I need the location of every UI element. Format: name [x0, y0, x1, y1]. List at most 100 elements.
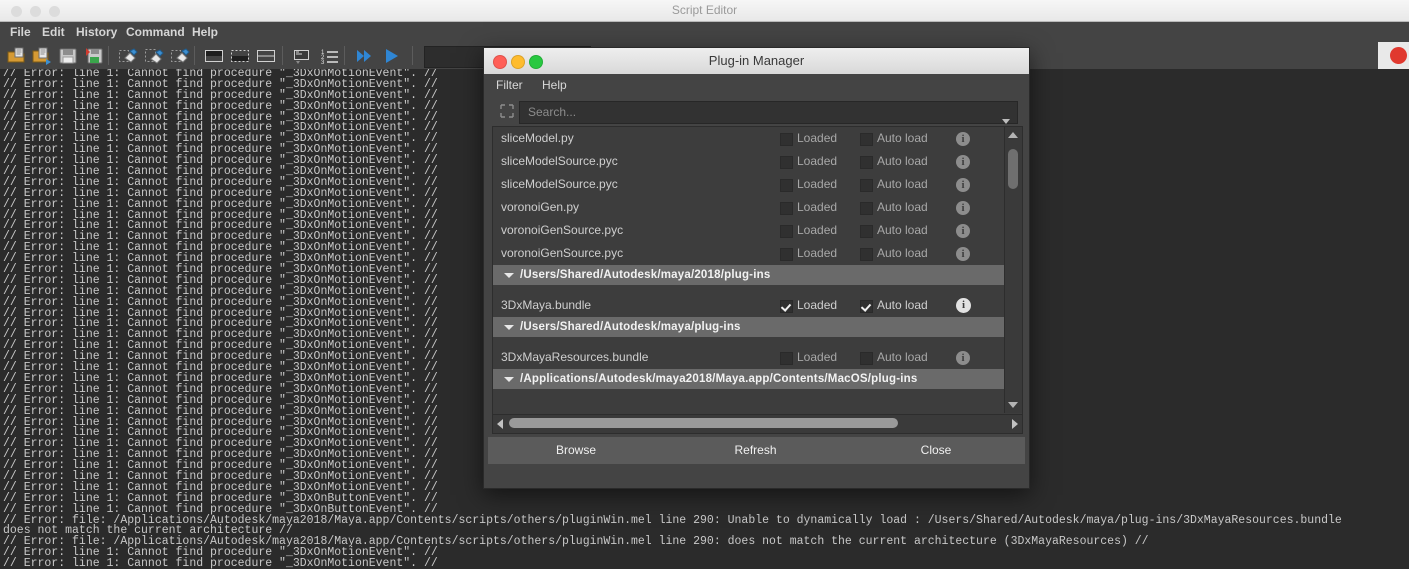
search-row: Search...: [484, 99, 1029, 125]
checkbox-box[interactable]: [780, 133, 793, 146]
checkbox-box[interactable]: [860, 225, 873, 238]
refresh-button[interactable]: Refresh: [664, 437, 848, 464]
auto-load-label: Auto load: [877, 350, 928, 364]
line-numbers-icon[interactable]: 1 2 3: [320, 46, 340, 66]
execute-all-icon[interactable]: [354, 46, 374, 66]
layout-split-icon[interactable]: [256, 46, 276, 66]
plugin-group-path: /Applications/Autodesk/maya2018/Maya.app…: [520, 373, 918, 385]
dialog-zoom-button[interactable]: [529, 55, 543, 69]
vertical-scroll-thumb[interactable]: [1008, 149, 1018, 189]
os-titlebar: Script Editor: [0, 0, 1409, 22]
checkbox-box[interactable]: [780, 248, 793, 261]
plugin-manager-titlebar: Plug-in Manager: [484, 48, 1029, 75]
dialog-minimize-button[interactable]: [511, 55, 525, 69]
plugin-list-horizontal-scrollbar[interactable]: [492, 414, 1023, 434]
search-input[interactable]: Search...: [519, 101, 1018, 124]
loaded-label: Loaded: [797, 154, 838, 168]
menu-edit[interactable]: Edit: [42, 22, 65, 42]
clear-all-icon[interactable]: [170, 46, 190, 66]
info-icon[interactable]: i: [956, 178, 970, 192]
checkbox-box[interactable]: [860, 202, 873, 215]
menu-help[interactable]: Help: [192, 22, 218, 42]
scroll-right-arrow-icon[interactable]: [1012, 419, 1018, 429]
loaded-label: Loaded: [797, 177, 838, 191]
show-toolbar-icon[interactable]: [292, 46, 312, 66]
clear-input-icon[interactable]: [144, 46, 164, 66]
toolbar-separator: [282, 46, 283, 65]
info-icon[interactable]: i: [956, 351, 970, 365]
plugin-name: sliceModel.py: [501, 131, 574, 145]
toolbar-separator: [344, 46, 345, 65]
info-icon[interactable]: i: [956, 224, 970, 238]
plugin-list-rows: sliceModel.py Loaded Auto load i sliceModelS…: [493, 127, 1005, 413]
checkbox-box[interactable]: [860, 248, 873, 261]
plugin-group-header[interactable]: /Users/Shared/Autodesk/maya/plug-ins: [493, 317, 1005, 337]
chevron-down-icon[interactable]: [504, 377, 514, 382]
auto-load-label: Auto load: [877, 177, 928, 191]
clear-history-icon[interactable]: [118, 46, 138, 66]
menu-history[interactable]: History: [76, 22, 117, 42]
menu-file[interactable]: File: [10, 22, 31, 42]
scroll-down-arrow-icon[interactable]: [1008, 402, 1018, 408]
scroll-up-arrow-icon[interactable]: [1008, 132, 1018, 138]
loaded-label: Loaded: [797, 131, 838, 145]
plugin-row[interactable]: 3DxMayaResources.bundle Loaded Auto load i: [493, 346, 1005, 369]
plugin-row[interactable]: sliceModelSource.pyc Loaded Auto load i: [493, 150, 1005, 173]
scroll-left-arrow-icon[interactable]: [497, 419, 503, 429]
checkbox-box[interactable]: [780, 156, 793, 169]
plugin-row[interactable]: sliceModelSource.pyc Loaded Auto load i: [493, 173, 1005, 196]
loaded-label: Loaded: [797, 223, 838, 237]
info-icon[interactable]: i: [956, 201, 970, 215]
search-icon: [499, 103, 515, 119]
browse-button[interactable]: Browse: [488, 437, 665, 464]
save-script-as-icon[interactable]: [84, 46, 104, 66]
menu-command[interactable]: Command: [126, 22, 185, 42]
chevron-down-icon[interactable]: [504, 273, 514, 278]
open-script-icon[interactable]: [32, 46, 52, 66]
info-icon[interactable]: i: [956, 155, 970, 169]
plugin-row[interactable]: voronoiGenSource.pyc Loaded Auto load i: [493, 219, 1005, 242]
checkbox-box[interactable]: [860, 300, 873, 313]
checkbox-box[interactable]: [780, 300, 793, 313]
plugin-name: voronoiGen.py: [501, 200, 580, 214]
chevron-down-icon[interactable]: [504, 325, 514, 330]
plugin-row[interactable]: 3DxMaya.bundle Loaded Auto load i: [493, 294, 1005, 317]
save-script-icon[interactable]: [58, 46, 78, 66]
dialog-menu-help[interactable]: Help: [542, 74, 567, 96]
info-icon[interactable]: i: [956, 132, 970, 146]
auto-load-label: Auto load: [877, 298, 928, 312]
plugin-row[interactable]: sliceModel.py Loaded Auto load i: [493, 127, 1005, 150]
dialog-menubar: Filter Help: [484, 74, 1029, 96]
checkbox-box[interactable]: [860, 179, 873, 192]
info-icon[interactable]: i: [956, 298, 971, 313]
record-dot-icon[interactable]: [1390, 47, 1407, 64]
plugin-list-vertical-scrollbar[interactable]: [1004, 127, 1022, 413]
dialog-close-button[interactable]: [493, 55, 507, 69]
close-button[interactable]: Close: [847, 437, 1025, 464]
new-script-icon[interactable]: [6, 46, 26, 66]
auto-load-label: Auto load: [877, 246, 928, 260]
dialog-menu-filter[interactable]: Filter: [496, 74, 523, 96]
info-icon[interactable]: i: [956, 247, 970, 261]
search-placeholder: Search...: [528, 105, 577, 119]
layout-top-icon[interactable]: [204, 46, 224, 66]
plugin-name: sliceModelSource.pyc: [501, 177, 618, 191]
checkbox-box[interactable]: [860, 133, 873, 146]
horizontal-scroll-thumb[interactable]: [509, 418, 898, 428]
checkbox-box[interactable]: [860, 352, 873, 365]
layout-bottom-icon[interactable]: [230, 46, 250, 66]
plugin-group-header[interactable]: /Users/Shared/Autodesk/maya/2018/plug-in…: [493, 265, 1005, 285]
checkbox-box[interactable]: [780, 179, 793, 192]
plugin-row[interactable]: voronoiGen.py Loaded Auto load i: [493, 196, 1005, 219]
loaded-label: Loaded: [797, 200, 838, 214]
checkbox-box[interactable]: [780, 352, 793, 365]
execute-selected-icon[interactable]: [382, 46, 402, 66]
auto-load-label: Auto load: [877, 200, 928, 214]
plugin-group-header[interactable]: /Applications/Autodesk/maya2018/Maya.app…: [493, 369, 1005, 389]
loaded-label: Loaded: [797, 350, 838, 364]
plugin-list[interactable]: sliceModel.py Loaded Auto load i sliceModelS…: [492, 126, 1023, 416]
checkbox-box[interactable]: [780, 202, 793, 215]
checkbox-box[interactable]: [860, 156, 873, 169]
checkbox-box[interactable]: [780, 225, 793, 238]
plugin-row[interactable]: voronoiGenSource.pyc Loaded Auto load i: [493, 242, 1005, 265]
